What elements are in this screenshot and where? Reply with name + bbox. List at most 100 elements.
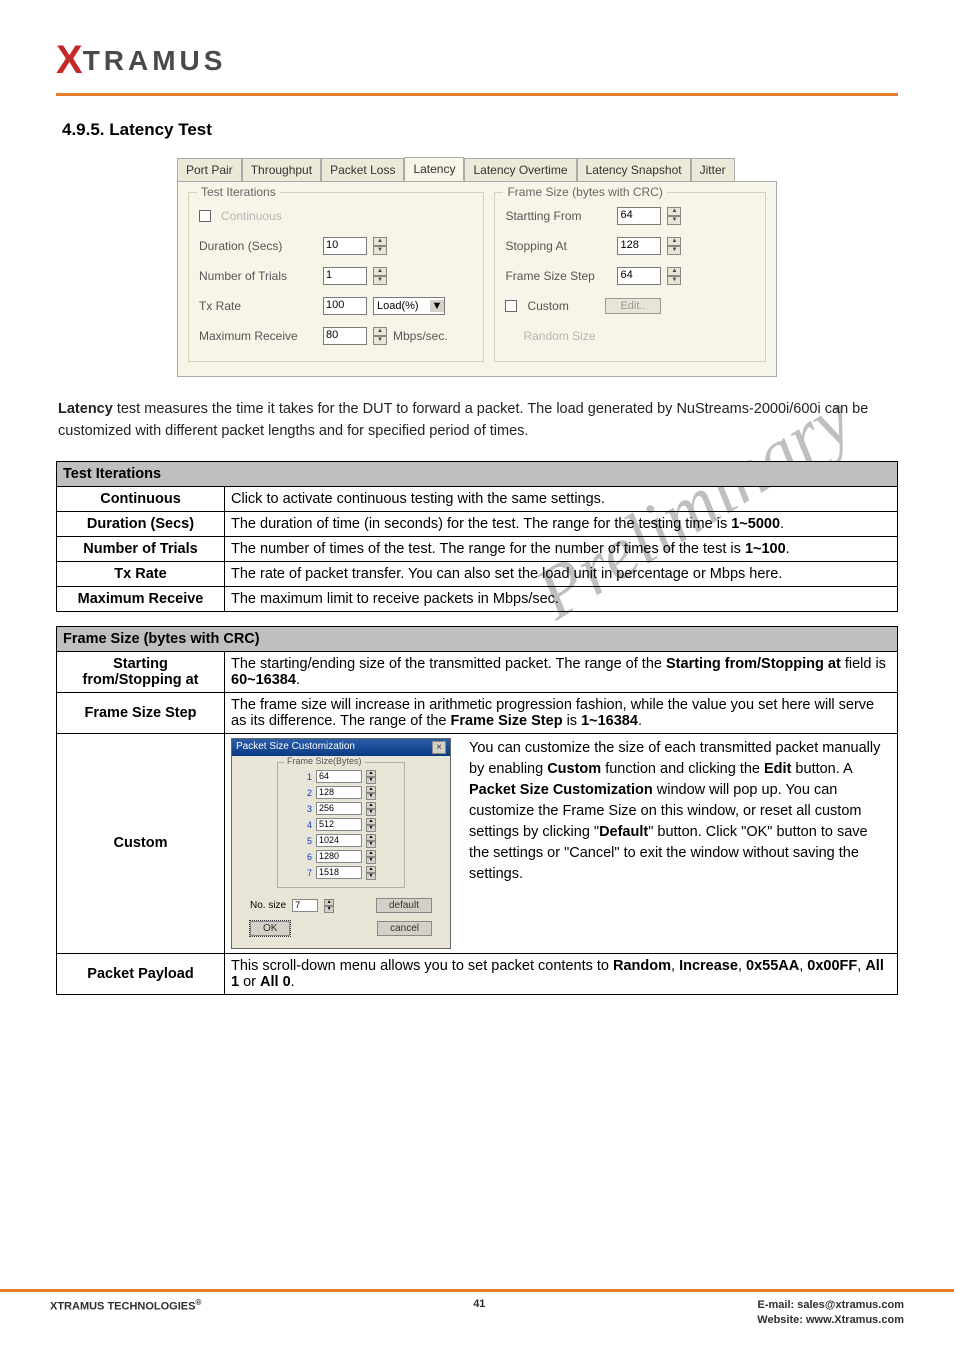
dlg-spin3[interactable]: ▲▼ xyxy=(366,818,376,831)
stopping-at-input[interactable]: 128 xyxy=(617,237,661,255)
header-divider xyxy=(56,93,898,96)
duration-spinner[interactable]: ▲▼ xyxy=(373,237,387,255)
tx-rate-unit-value: Load(%) xyxy=(377,300,419,312)
dlg-v2[interactable]: 256 xyxy=(316,802,362,815)
footer-left: XTRAMUS TECHNOLOGIES® xyxy=(50,1298,201,1313)
dialog-fs-legend: Frame Size(Bytes) xyxy=(284,756,365,766)
tab-throughput[interactable]: Throughput xyxy=(242,158,321,181)
cancel-button[interactable]: cancel xyxy=(377,921,432,936)
dlg-n1: 2 xyxy=(284,788,312,798)
footer-right: E-mail: sales@xtramus.com Website: www.X… xyxy=(757,1298,904,1327)
t2-header: Frame Size (bytes with CRC) xyxy=(57,626,898,651)
t1-r4-k: Maximum Receive xyxy=(57,586,225,611)
t1-header: Test Iterations xyxy=(57,461,898,486)
ok-button[interactable]: OK xyxy=(250,921,290,936)
t2-payload-v: This scroll-down menu allows you to set … xyxy=(225,953,898,994)
t2-starting-k: Starting from/Stopping at xyxy=(57,651,225,692)
no-size-input[interactable]: 7 xyxy=(292,899,318,912)
tab-latency-snapshot[interactable]: Latency Snapshot xyxy=(577,158,691,181)
tab-latency[interactable]: Latency xyxy=(404,157,464,181)
close-icon[interactable]: × xyxy=(432,741,446,754)
trials-spinner[interactable]: ▲▼ xyxy=(373,267,387,285)
starting-from-input[interactable]: 64 xyxy=(617,207,661,225)
dlg-n4: 5 xyxy=(284,836,312,846)
frame-step-spinner[interactable]: ▲▼ xyxy=(667,267,681,285)
t1-r3-k: Tx Rate xyxy=(57,561,225,586)
tx-rate-unit-select[interactable]: Load(%) ▼ xyxy=(373,297,445,315)
tab-port-pair[interactable]: Port Pair xyxy=(177,158,242,181)
dlg-spin5[interactable]: ▲▼ xyxy=(366,850,376,863)
intro-bold: Latency xyxy=(58,401,113,417)
trials-input[interactable]: 1 xyxy=(323,267,367,285)
t1-r3-v: The rate of packet transfer. You can als… xyxy=(225,561,898,586)
dlg-spin0[interactable]: ▲▼ xyxy=(366,770,376,783)
stopping-at-label: Stopping At xyxy=(505,239,611,253)
dlg-v0[interactable]: 64 xyxy=(316,770,362,783)
dlg-n5: 6 xyxy=(284,852,312,862)
t2-custom-v: Packet Size Customization × Frame Size(B… xyxy=(225,733,898,953)
default-button[interactable]: default xyxy=(376,898,432,913)
dlg-v4[interactable]: 1024 xyxy=(316,834,362,847)
tab-latency-overtime[interactable]: Latency Overtime xyxy=(464,158,576,181)
packet-size-dialog: Packet Size Customization × Frame Size(B… xyxy=(231,738,451,949)
t2-custom-k: Custom xyxy=(57,733,225,953)
edit-button[interactable]: Edit.. xyxy=(605,298,660,314)
frame-step-label: Frame Size Step xyxy=(505,269,611,283)
duration-input[interactable]: 10 xyxy=(323,237,367,255)
starting-from-label: Startting From xyxy=(505,209,611,223)
duration-label: Duration (Secs) xyxy=(199,239,317,253)
t1-r1-v: The duration of time (in seconds) for th… xyxy=(225,511,898,536)
t1-r1-k: Duration (Secs) xyxy=(57,511,225,536)
tab-packet-loss[interactable]: Packet Loss xyxy=(321,158,404,181)
dlg-v6[interactable]: 1518 xyxy=(316,866,362,879)
dlg-n2: 3 xyxy=(284,804,312,814)
t1-r2-v: The number of times of the test. The ran… xyxy=(225,536,898,561)
frame-step-input[interactable]: 64 xyxy=(617,267,661,285)
dlg-spin1[interactable]: ▲▼ xyxy=(366,786,376,799)
t2-payload-k: Packet Payload xyxy=(57,953,225,994)
brand-logo: X TRAMUS xyxy=(56,38,898,83)
t2-starting-v: The starting/ending size of the transmit… xyxy=(225,651,898,692)
t2-step-v: The frame size will increase in arithmet… xyxy=(225,692,898,733)
intro-rest: test measures the time it takes for the … xyxy=(58,401,868,439)
max-receive-spinner[interactable]: ▲▼ xyxy=(373,327,387,345)
tx-rate-label: Tx Rate xyxy=(199,299,317,313)
t1-r0-k: Continuous xyxy=(57,486,225,511)
dlg-v3[interactable]: 512 xyxy=(316,818,362,831)
test-iterations-legend: Test Iterations xyxy=(197,185,280,199)
footer: XTRAMUS TECHNOLOGIES® 41 E-mail: sales@x… xyxy=(0,1292,954,1327)
dlg-n3: 4 xyxy=(284,820,312,830)
chevron-down-icon: ▼ xyxy=(430,300,444,312)
no-size-label: No. size xyxy=(250,900,286,911)
custom-description: You can customize the size of each trans… xyxy=(469,738,891,885)
max-receive-input[interactable]: 80 xyxy=(323,327,367,345)
max-receive-label: Maximum Receive xyxy=(199,329,317,343)
stopping-at-spinner[interactable]: ▲▼ xyxy=(667,237,681,255)
trials-label: Number of Trials xyxy=(199,269,317,283)
frame-size-legend: Frame Size (bytes with CRC) xyxy=(503,185,666,199)
dlg-v5[interactable]: 1280 xyxy=(316,850,362,863)
t2-step-k: Frame Size Step xyxy=(57,692,225,733)
frame-size-table: Frame Size (bytes with CRC) Starting fro… xyxy=(56,626,898,995)
continuous-checkbox[interactable] xyxy=(199,210,211,222)
no-size-spinner[interactable]: ▲▼ xyxy=(324,899,334,912)
logo-x-icon: X xyxy=(56,38,81,83)
intro-paragraph: Latency test measures the time it takes … xyxy=(58,399,898,443)
continuous-label: Continuous xyxy=(221,209,282,223)
dlg-spin2[interactable]: ▲▼ xyxy=(366,802,376,815)
dlg-v1[interactable]: 128 xyxy=(316,786,362,799)
frame-size-fieldset: Frame Size (bytes with CRC) Startting Fr… xyxy=(494,192,766,362)
dlg-n6: 7 xyxy=(284,868,312,878)
dialog-title: Packet Size Customization xyxy=(236,741,355,754)
custom-checkbox[interactable] xyxy=(505,300,517,312)
dlg-spin4[interactable]: ▲▼ xyxy=(366,834,376,847)
t1-r0-v: Click to activate continuous testing wit… xyxy=(225,486,898,511)
starting-from-spinner[interactable]: ▲▼ xyxy=(667,207,681,225)
dlg-spin6[interactable]: ▲▼ xyxy=(366,866,376,879)
test-iterations-table: Test Iterations Continuous Click to acti… xyxy=(56,461,898,612)
latency-panel: Port Pair Throughput Packet Loss Latency… xyxy=(177,158,777,377)
dlg-n0: 1 xyxy=(284,772,312,782)
t1-r2-k: Number of Trials xyxy=(57,536,225,561)
tab-jitter[interactable]: Jitter xyxy=(691,158,735,181)
tx-rate-input[interactable]: 100 xyxy=(323,297,367,315)
